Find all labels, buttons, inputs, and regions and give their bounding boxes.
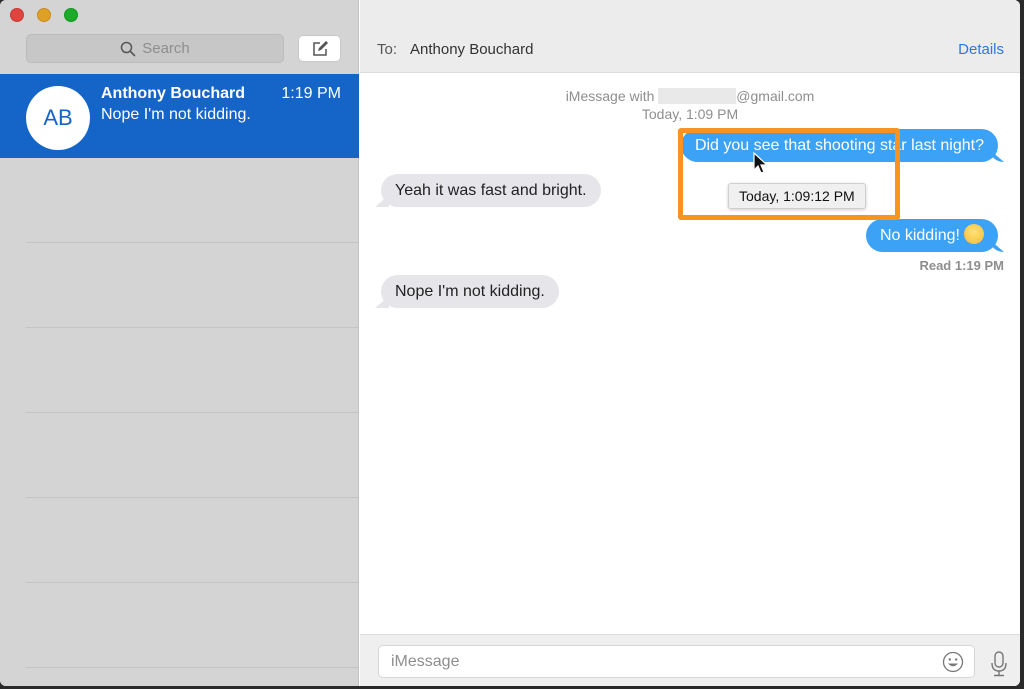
compose-icon (312, 40, 328, 56)
message-input[interactable]: iMessage (378, 645, 975, 678)
message-bubble-incoming[interactable]: Yeah it was fast and bright. (381, 174, 601, 207)
conversation-preview: Nope I'm not kidding. (101, 106, 251, 123)
emoji-icon[interactable] (942, 651, 964, 673)
search-icon (120, 41, 136, 56)
list-divider (26, 242, 358, 243)
close-button[interactable] (10, 8, 24, 22)
message-text: No kidding! (879, 227, 960, 244)
message-bubble-incoming[interactable]: Nope I'm not kidding. (381, 275, 559, 308)
conversation-name: Anthony Bouchard (101, 85, 245, 102)
service-prefix: iMessage with (565, 88, 655, 104)
message-bubble-outgoing[interactable]: No kidding! (865, 219, 998, 252)
recipient-name[interactable]: Anthony Bouchard (410, 41, 533, 58)
conversation-start-time: Today, 1:09 PM (641, 106, 739, 122)
to-label: To: (377, 41, 398, 58)
minimize-button[interactable] (37, 8, 51, 22)
messages-window: Search AB Anthony Bouchard 1:19 PM Nope … (0, 0, 1020, 686)
service-info: iMessage with @gmail.com (360, 88, 1020, 104)
microphone-icon[interactable] (989, 651, 1009, 677)
details-button[interactable]: Details (958, 41, 1004, 58)
avatar: AB (26, 86, 90, 150)
chat-header: To: Anthony Bouchard Details (360, 0, 1020, 73)
compose-button[interactable] (298, 35, 341, 62)
window-controls (10, 8, 78, 22)
list-divider (26, 667, 358, 668)
list-divider (26, 582, 358, 583)
smiling-face-emoji-icon (964, 224, 984, 244)
composer-bar: iMessage (360, 634, 1020, 686)
message-input-placeholder: iMessage (391, 653, 460, 670)
read-receipt: Read 1:19 PM (919, 258, 1004, 273)
mouse-cursor-icon (753, 152, 769, 174)
maximize-button[interactable] (64, 8, 78, 22)
search-placeholder: Search (142, 40, 190, 57)
chat-pane: To: Anthony Bouchard Details iMessage wi… (360, 0, 1020, 686)
search-field[interactable]: Search (26, 34, 284, 63)
list-divider (26, 327, 358, 328)
annotation-highlight-box (678, 128, 900, 220)
conversation-item-selected[interactable]: AB Anthony Bouchard 1:19 PM Nope I'm not… (0, 74, 359, 158)
list-divider (26, 497, 358, 498)
redacted-email (658, 88, 737, 104)
list-divider (26, 412, 358, 413)
email-suffix: @gmail.com (736, 88, 815, 104)
conversation-time: 1:19 PM (281, 85, 341, 102)
sidebar: Search AB Anthony Bouchard 1:19 PM Nope … (0, 0, 359, 686)
